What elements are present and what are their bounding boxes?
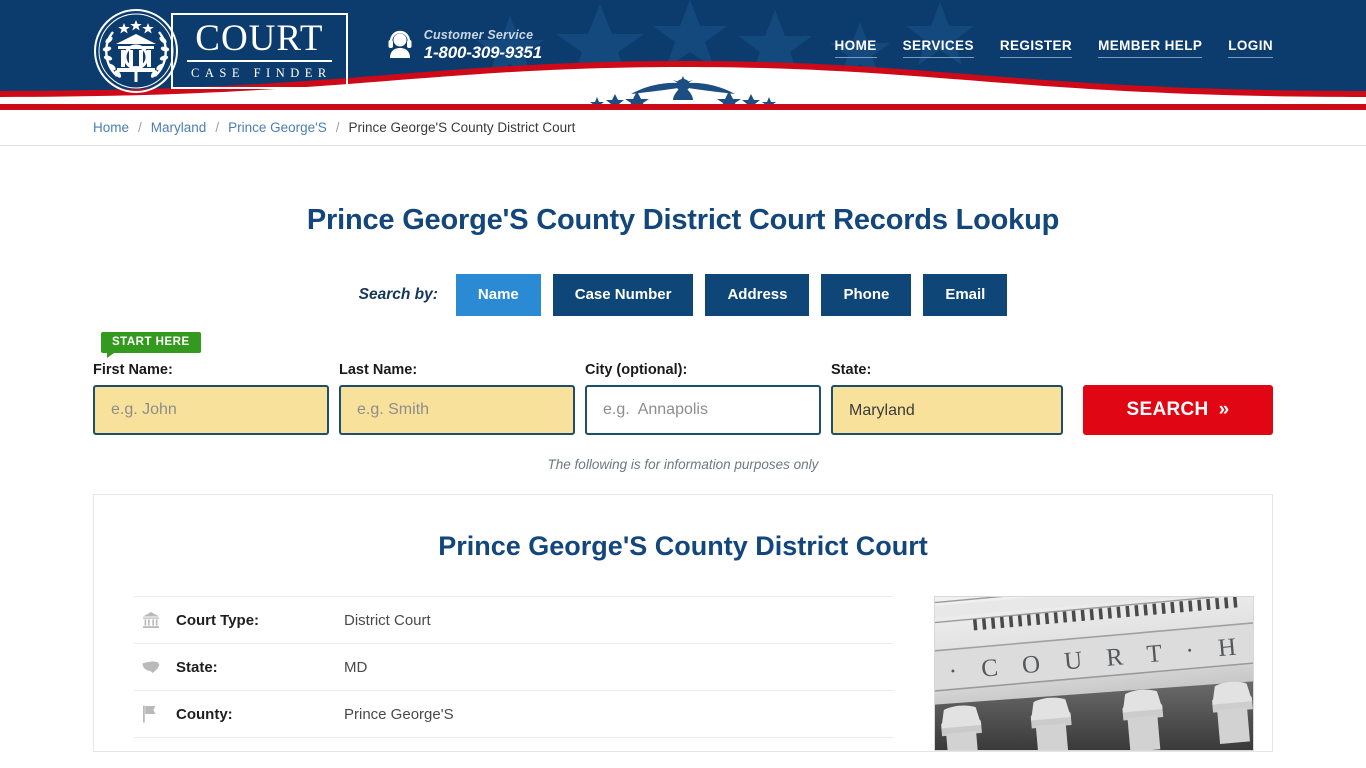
nav-item-member-help[interactable]: MEMBER HELP (1098, 38, 1203, 58)
breadcrumb-separator: / (138, 120, 142, 135)
court-info-card: Prince George'S County District Court Co… (93, 494, 1273, 752)
breadcrumb-separator: / (215, 120, 220, 135)
state-label: State: (831, 362, 872, 378)
court-type-label: Court Type: (176, 611, 260, 629)
city-field-group: City (optional): (585, 362, 821, 435)
bank-building-icon (134, 611, 176, 629)
state-label: State: (176, 658, 218, 676)
nav-item-services[interactable]: SERVICES (902, 38, 974, 58)
nav-item-home[interactable]: HOME (834, 38, 877, 58)
table-row-divider (134, 737, 894, 741)
court-type-value: District Court (344, 611, 431, 629)
state-select[interactable]: Maryland (831, 385, 1063, 435)
state-field-group: State: Maryland (831, 362, 1063, 435)
search-button-label: SEARCH (1126, 399, 1209, 420)
customer-service-phone[interactable]: 1-800-309-9351 (424, 43, 542, 63)
logo-word-sub: CASE FINDER (191, 66, 332, 81)
disclaimer-text: The following is for information purpose… (547, 457, 819, 472)
breadcrumb-item-county[interactable]: Prince George'S (228, 120, 327, 135)
us-map-icon (134, 660, 176, 674)
double-chevron-right-icon: » (1218, 399, 1230, 420)
search-button[interactable]: SEARCH » (1083, 385, 1273, 435)
breadcrumb: Home / Maryland / Prince George'S / Prin… (93, 120, 1273, 135)
city-input[interactable] (585, 385, 821, 435)
county-value: Prince George'S (344, 705, 454, 723)
site-header: COURT CASE FINDER Customer Service 1-800… (0, 0, 1366, 104)
search-form: START HERE First Name: Last Name: City (… (93, 332, 1273, 472)
county-label: County: (176, 705, 233, 723)
tab-case-number[interactable]: Case Number (552, 274, 694, 316)
customer-service-block: Customer Service 1-800-309-9351 (386, 28, 542, 63)
search-type-tabs: Search by: Name Case Number Address Phon… (0, 274, 1366, 316)
court-seal-icon (94, 9, 178, 93)
customer-service-label: Customer Service (423, 28, 534, 42)
nav-item-register[interactable]: REGISTER (999, 38, 1073, 58)
eagle-banner-icon (590, 76, 776, 104)
breadcrumb-bar: Home / Maryland / Prince George'S / Prin… (0, 110, 1366, 146)
city-label: City (optional): (585, 362, 688, 378)
site-logo[interactable]: COURT CASE FINDER (93, 8, 348, 94)
header-red-divider (0, 104, 1366, 110)
breadcrumb-item-current: Prince George'S County District Court (348, 120, 576, 135)
court-info-table: Court Type: District Court State: MD Cou… (134, 596, 894, 751)
first-name-label: First Name: (93, 362, 173, 378)
breadcrumb-item-maryland[interactable]: Maryland (151, 120, 207, 135)
logo-word-main: COURT (187, 20, 332, 63)
last-name-field-group: Last Name: (339, 362, 575, 435)
first-name-input[interactable] (93, 385, 329, 435)
start-here-badge: START HERE (101, 332, 201, 358)
flag-icon (134, 705, 176, 723)
courthouse-photo: · C O U R T · H O U S E · (934, 596, 1254, 751)
breadcrumb-separator: / (335, 120, 340, 135)
last-name-label: Last Name: (339, 362, 418, 378)
headset-support-icon (388, 31, 412, 59)
last-name-input[interactable] (339, 385, 575, 435)
page-title: Prince George'S County District Court Re… (306, 204, 1060, 236)
court-card-title: Prince George'S County District Court (438, 531, 928, 561)
table-row: Court Type: District Court (134, 596, 894, 643)
state-value: MD (344, 658, 368, 676)
tab-address[interactable]: Address (705, 274, 810, 316)
tab-phone[interactable]: Phone (821, 274, 912, 316)
table-row: State: MD (134, 643, 894, 690)
tab-email[interactable]: Email (923, 274, 1008, 316)
table-row: County: Prince George'S (134, 690, 894, 737)
tab-name[interactable]: Name (455, 274, 541, 316)
first-name-field-group: First Name: (93, 362, 329, 435)
search-by-label: Search by: (358, 286, 438, 303)
nav-item-login[interactable]: LOGIN (1228, 38, 1273, 58)
main-navigation: HOME SERVICES REGISTER MEMBER HELP LOGIN (834, 38, 1273, 58)
breadcrumb-item-home[interactable]: Home (93, 120, 129, 135)
logo-wordmark: COURT CASE FINDER (171, 13, 348, 89)
